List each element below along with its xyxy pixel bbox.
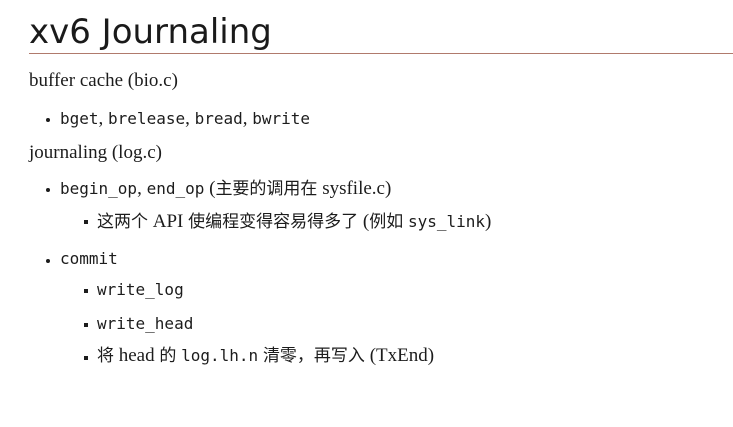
bullet-icon [46,118,50,122]
text-run-cjk: 这两个 [97,212,148,232]
text-run-cjk: 清零，再写入 [262,346,365,366]
list-item-buffer-functions: bget, brelease, bread, bwrite [60,107,310,131]
text-run-cjk: 的 [159,346,177,366]
sub-bullet-icon [84,323,88,327]
function-name: commit [60,249,118,268]
sub-list-item-clear-head: 将 head 的 log.lh.n 清零，再写入 (TxEnd) [97,344,434,368]
function-name: write_head [97,314,194,333]
function-name: bread [194,109,243,128]
separator: , [137,178,147,199]
text-run-cjk: 主要的调用在 [215,179,318,199]
function-name: write_log [97,280,184,299]
function-name: begin_op [60,179,138,198]
section-heading-buffer-cache: buffer cache (bio.c) [29,70,178,91]
sub-list-item-write-log: write_log [97,278,184,302]
function-name: bget [60,109,99,128]
text-run: ) [485,211,492,232]
bullet-icon [46,259,50,263]
slide: xv6 Journaling buffer cache (bio.c) bget… [0,0,733,427]
slide-title: xv6 Journaling [29,12,272,52]
function-name: bwrite [252,109,311,128]
text-run: (TxEnd) [364,345,435,366]
function-name: end_op [146,179,205,198]
text-run: sysfile.c) [317,178,392,199]
sub-bullet-icon [84,289,88,293]
function-name: sys_link [407,212,486,231]
function-name: brelease [108,109,186,128]
bullet-icon [46,188,50,192]
text-run-cjk: 例如 [369,212,404,232]
text-run: ( [358,211,370,232]
text-run-cjk: 使编程变得容易得多了 [188,212,359,232]
list-item-commit: commit [60,247,118,271]
separator: , [98,108,109,129]
sub-bullet-icon [84,220,88,224]
list-item-begin-end-op: begin_op, end_op (主要的调用在 sysfile.c) [60,177,391,201]
title-divider [29,53,733,54]
sub-bullet-icon [84,356,88,360]
field-name: log.lh.n [181,346,259,365]
text-run: head [114,345,160,366]
text-run-cjk: 将 [97,346,114,366]
text-run: ( [204,178,216,199]
sub-list-item-api-note: 这两个 API 使编程变得容易得多了 (例如 sys_link) [97,210,491,234]
section-heading-journaling: journaling (log.c) [29,142,162,163]
separator: , [185,108,195,129]
sub-list-item-write-head: write_head [97,312,193,336]
separator: , [242,108,253,129]
text-run: API [148,211,189,232]
